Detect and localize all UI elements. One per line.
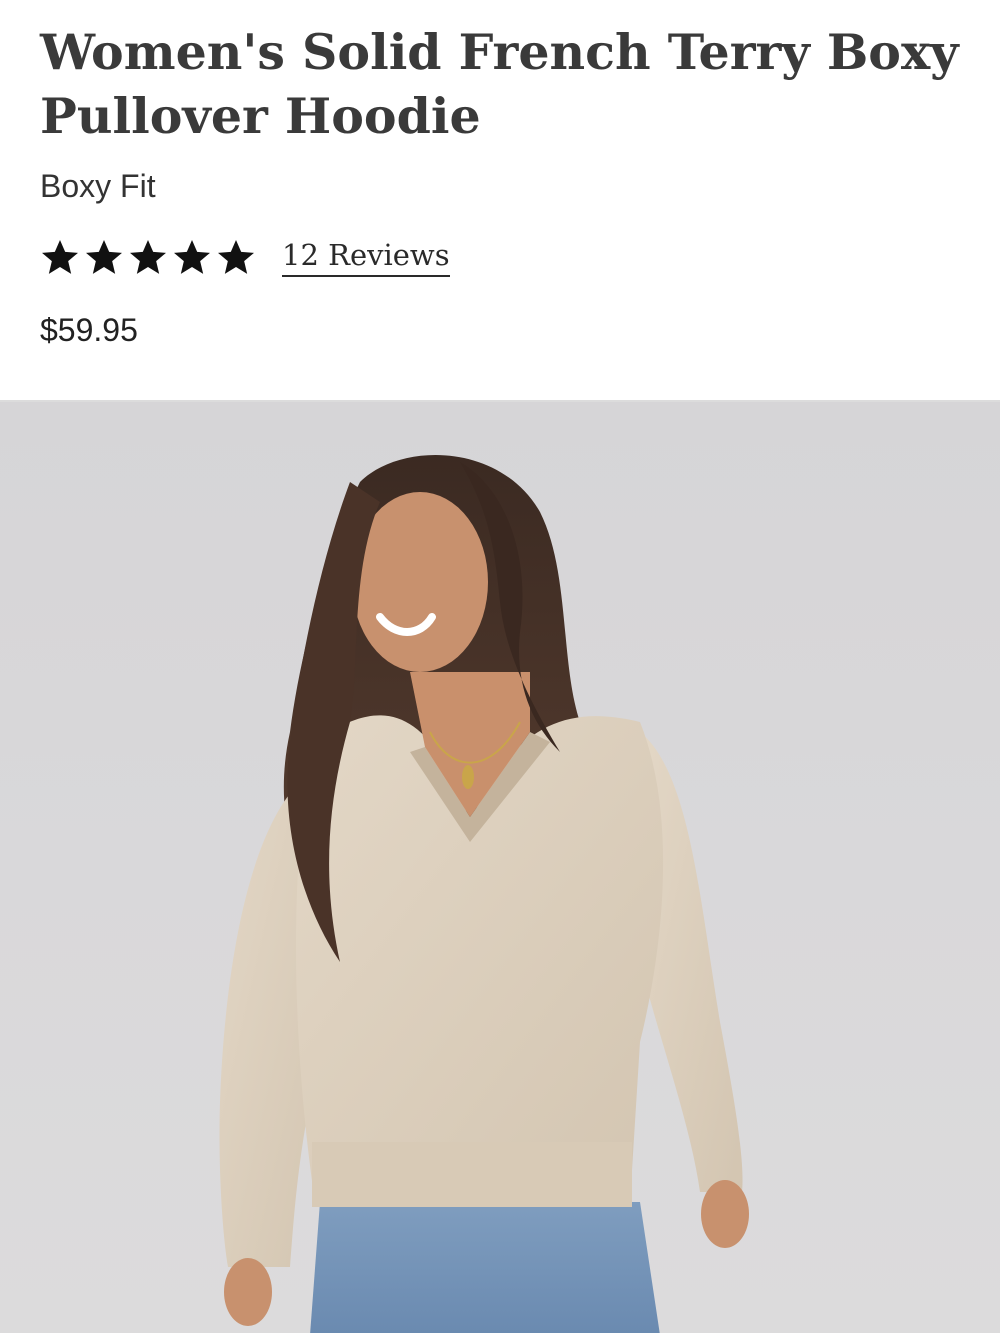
hoodie-hem: [312, 1142, 632, 1207]
product-info: Women's Solid French Terry Boxy Pullover…: [40, 20, 970, 350]
product-page: Women's Solid French Terry Boxy Pullover…: [0, 0, 1000, 1333]
star-icon: [174, 240, 210, 274]
left-hand: [224, 1258, 272, 1326]
necklace-pendant: [462, 765, 474, 789]
product-fit: Boxy Fit: [40, 168, 156, 204]
star-rating: [40, 237, 256, 277]
product-title: Women's Solid French Terry Boxy Pullover…: [40, 23, 959, 145]
jeans: [310, 1202, 660, 1333]
rating-row: 12 Reviews: [40, 234, 970, 280]
product-image[interactable]: [0, 400, 1000, 1333]
star-icon: [218, 240, 254, 274]
star-icon: [42, 240, 78, 274]
model-photo: [219, 454, 749, 1333]
right-hand: [701, 1180, 749, 1248]
star-icon: [86, 240, 122, 274]
product-price: $59.95: [40, 312, 138, 348]
star-icon: [130, 240, 166, 274]
reviews-link[interactable]: 12 Reviews: [282, 237, 450, 277]
